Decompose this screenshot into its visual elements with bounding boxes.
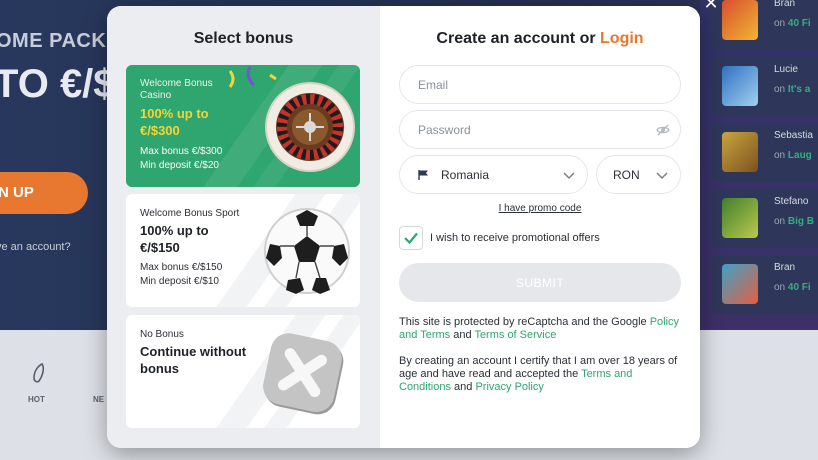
form-title: Create an account or Login	[436, 30, 644, 47]
no-bonus-action: Continue without bonus	[140, 344, 247, 376]
bonus-option-casino[interactable]: Welcome Bonus Casino 100% up to €/$300 M…	[126, 65, 360, 187]
soccer-ball-icon	[264, 208, 350, 294]
chevron-down-icon	[563, 172, 575, 180]
currency-select[interactable]: RON	[596, 155, 681, 194]
privacy-policy-link[interactable]: Privacy Policy	[475, 381, 543, 393]
bonus-option-sport[interactable]: Welcome Bonus Sport 100% up to €/$150 Ma…	[126, 194, 360, 307]
no-bonus-name: No Bonus	[140, 329, 184, 340]
bonus-sport-name: Welcome Bonus Sport	[140, 208, 240, 219]
registration-form: Create an account or Login Romania RON	[380, 6, 700, 448]
bonus-casino-terms: Max bonus €/$300 Min deposit €/$20	[140, 146, 223, 171]
password-input[interactable]	[400, 111, 620, 148]
confetti-icon	[228, 66, 277, 88]
registration-modal: Select bonus Welcome Bonus Casino 100% u…	[107, 6, 700, 448]
close-icon[interactable]: ✕	[702, 0, 720, 12]
promo-offers-checkbox[interactable]	[399, 226, 423, 250]
currency-value: RON	[613, 168, 640, 182]
bonus-sport-terms: Max bonus €/$150 Min deposit €/$10	[140, 262, 223, 287]
country-select[interactable]: Romania	[399, 155, 588, 194]
eye-off-icon[interactable]	[656, 123, 670, 137]
bonus-panel: Select bonus Welcome Bonus Casino 100% u…	[107, 6, 380, 448]
promo-code-link[interactable]: I have promo code	[380, 203, 700, 214]
submit-button[interactable]: SUBMIT	[399, 263, 681, 302]
bonus-casino-name: Welcome Bonus Casino	[140, 78, 213, 101]
email-input[interactable]	[400, 66, 620, 103]
bonus-option-none[interactable]: No Bonus Continue without bonus	[126, 315, 360, 428]
bonus-sport-amount: 100% up to €/$150	[140, 223, 209, 255]
age-certification: By creating an account I certify that I …	[399, 355, 678, 393]
login-link[interactable]: Login	[600, 30, 644, 47]
email-field[interactable]	[399, 65, 681, 104]
chevron-down-icon	[656, 172, 668, 180]
bonus-panel-title: Select bonus	[193, 30, 294, 47]
password-field[interactable]	[399, 110, 681, 149]
promo-offers-label: I wish to receive promotional offers	[430, 232, 600, 244]
flag-icon	[418, 170, 428, 180]
terms-of-service-link[interactable]: Terms of Service	[474, 329, 556, 341]
checkmark-icon	[404, 232, 418, 245]
cancel-x-icon	[263, 333, 344, 415]
recaptcha-notice: This site is protected by reCaptcha and …	[399, 316, 680, 341]
country-value: Romania	[441, 168, 490, 182]
